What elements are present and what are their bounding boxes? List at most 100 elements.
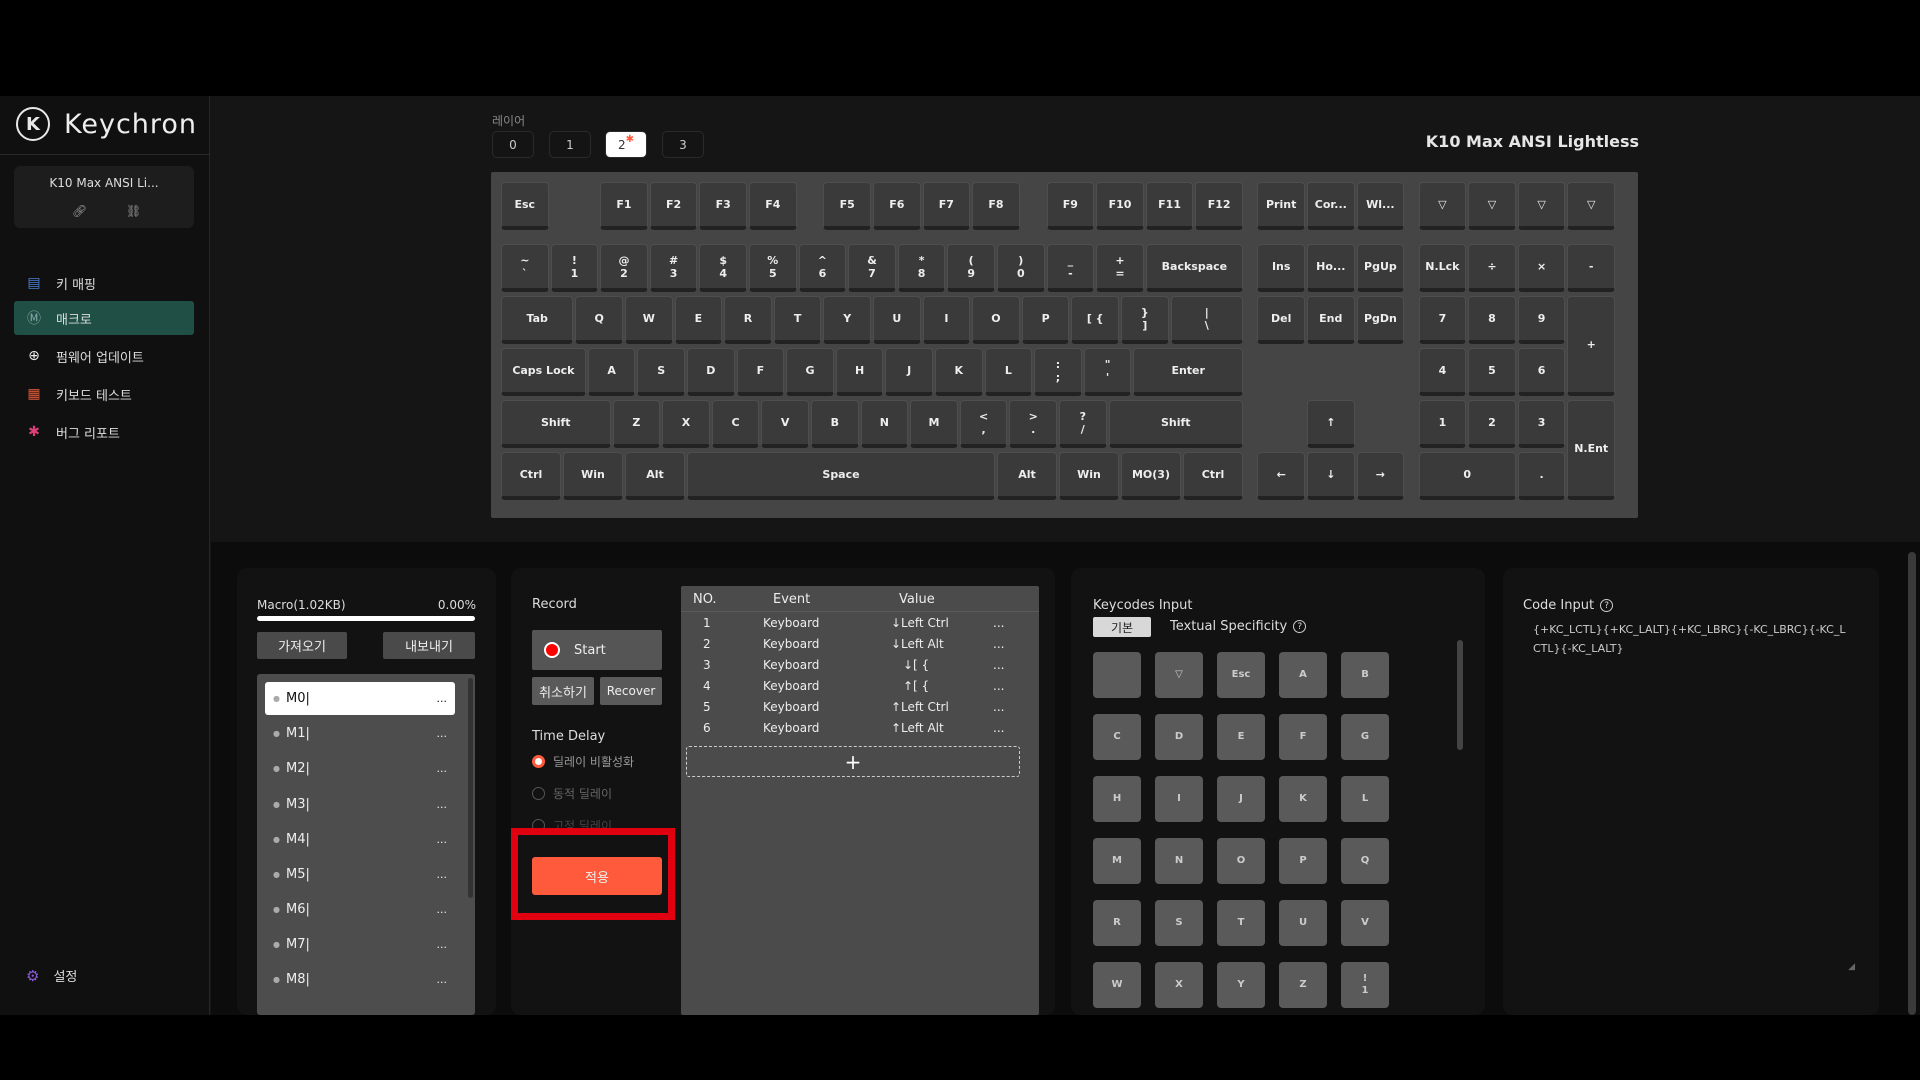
key[interactable]: L xyxy=(984,348,1033,396)
event-more-icon[interactable]: ... xyxy=(993,679,1004,693)
key[interactable]: * 8 xyxy=(897,244,946,292)
key[interactable]: PgUp xyxy=(1356,244,1405,292)
macro-item-m7[interactable]: ● M7|... xyxy=(265,928,455,961)
macro-item-m2[interactable]: ● M2|... xyxy=(265,752,455,785)
key[interactable]: M xyxy=(910,400,958,448)
keycode-button[interactable]: N xyxy=(1155,838,1203,884)
keycode-button[interactable]: X xyxy=(1155,962,1203,1008)
key[interactable]: O xyxy=(972,296,1020,344)
key[interactable]: ~ ` xyxy=(501,244,549,292)
nav-item-firmware[interactable]: ⊕ 펌웨어 업데이트 xyxy=(14,339,194,373)
key[interactable]: Del xyxy=(1257,296,1305,344)
key[interactable]: ↓ xyxy=(1307,452,1355,500)
key[interactable]: Z xyxy=(612,400,661,448)
key[interactable]: P xyxy=(1021,296,1070,344)
keycode-button[interactable]: ! 1 xyxy=(1341,962,1389,1008)
key[interactable]: # 3 xyxy=(649,244,698,292)
key[interactable]: Win xyxy=(1059,452,1119,500)
recover-button[interactable]: Recover xyxy=(600,677,662,705)
key[interactable]: F6 xyxy=(873,182,921,230)
key[interactable]: 2 xyxy=(1468,400,1516,448)
key[interactable]: ▽ xyxy=(1418,182,1467,230)
macro-item-m5[interactable]: ● M5|... xyxy=(265,858,455,891)
macro-item-m0[interactable]: ● M0|... xyxy=(265,682,455,715)
key[interactable]: : ; xyxy=(1034,348,1082,396)
key[interactable]: I xyxy=(922,296,971,344)
key[interactable]: N xyxy=(860,400,909,448)
key[interactable]: G xyxy=(786,348,834,396)
keycode-button[interactable]: M xyxy=(1093,838,1141,884)
nav-item-keyboard-test[interactable]: ▦ 키보드 테스트 xyxy=(14,377,194,411)
keycode-button[interactable]: W xyxy=(1093,962,1141,1008)
key[interactable]: 0 xyxy=(1418,452,1516,500)
keycode-button[interactable]: P xyxy=(1279,838,1327,884)
macro-item-m3[interactable]: ● M3|... xyxy=(265,788,455,821)
event-row[interactable]: 1 Keyboard ↓Left Ctrl... xyxy=(681,614,1039,634)
key[interactable]: ) 0 xyxy=(997,244,1045,292)
keycode-button[interactable] xyxy=(1093,652,1141,698)
key[interactable]: F12 xyxy=(1195,182,1243,230)
key[interactable]: 4 xyxy=(1418,348,1467,396)
key[interactable]: 8 xyxy=(1468,296,1516,344)
nav-item-bug-report[interactable]: ✱ 버그 리포트 xyxy=(14,415,194,449)
more-icon[interactable]: ... xyxy=(437,973,448,986)
key[interactable]: × xyxy=(1517,244,1566,292)
event-row[interactable]: 4 Keyboard ↑[ {... xyxy=(681,677,1039,697)
keycode-button[interactable]: K xyxy=(1279,776,1327,822)
key[interactable]: K xyxy=(935,348,983,396)
key[interactable]: ^ 6 xyxy=(798,244,847,292)
key[interactable]: ▽ xyxy=(1468,182,1516,230)
macro-list-scrollbar[interactable] xyxy=(468,678,473,898)
key[interactable]: C xyxy=(711,400,760,448)
code-input-field[interactable]: {+KC_LCTL}{+KC_LALT}{+KC_LBRC}{-KC_LBRC}… xyxy=(1523,620,1859,966)
nav-item-settings[interactable]: ⚙ 설정 xyxy=(14,966,77,986)
key[interactable]: ← xyxy=(1257,452,1305,500)
more-icon[interactable]: ... xyxy=(437,833,448,846)
keycode-button[interactable]: F xyxy=(1279,714,1327,760)
apply-button[interactable]: 적용 xyxy=(532,857,662,895)
keycode-button[interactable]: I xyxy=(1155,776,1203,822)
key[interactable]: T xyxy=(773,296,822,344)
key[interactable]: < , xyxy=(959,400,1008,448)
key[interactable]: S xyxy=(637,348,685,396)
event-more-icon[interactable]: ... xyxy=(993,721,1004,735)
key[interactable]: Alt xyxy=(625,452,685,500)
key[interactable]: V xyxy=(761,400,809,448)
cancel-button[interactable]: 취소하기 xyxy=(532,677,594,705)
more-icon[interactable]: ... xyxy=(437,868,448,881)
keycode-button[interactable]: T xyxy=(1217,900,1265,946)
event-row[interactable]: 5 Keyboard ↑Left Ctrl... xyxy=(681,698,1039,718)
help-icon[interactable]: ? xyxy=(1293,620,1307,633)
key[interactable]: U xyxy=(873,296,921,344)
key[interactable]: Caps Lock xyxy=(501,348,586,396)
event-row[interactable]: 6 Keyboard ↑Left Alt... xyxy=(681,719,1039,739)
keycode-button[interactable]: U xyxy=(1279,900,1327,946)
keycodes-scrollbar[interactable] xyxy=(1457,640,1463,750)
key[interactable]: + = xyxy=(1096,244,1144,292)
key[interactable]: 7 xyxy=(1418,296,1467,344)
key[interactable]: A xyxy=(587,348,636,396)
key[interactable]: PgDn xyxy=(1356,296,1405,344)
key[interactable]: F10 xyxy=(1096,182,1144,230)
tab-basic[interactable]: 기본 xyxy=(1093,617,1151,637)
key[interactable]: F4 xyxy=(749,182,797,230)
layer-button-2[interactable]: 2 ✱ xyxy=(605,131,647,158)
more-icon[interactable]: ... xyxy=(437,903,448,916)
keycode-button[interactable]: C xyxy=(1093,714,1141,760)
key[interactable]: E xyxy=(674,296,723,344)
key[interactable]: ! 1 xyxy=(550,244,599,292)
key[interactable]: → xyxy=(1356,452,1405,500)
key[interactable]: F9 xyxy=(1046,182,1095,230)
key[interactable]: F8 xyxy=(972,182,1020,230)
key[interactable]: Ins xyxy=(1257,244,1305,292)
key[interactable]: Space xyxy=(687,452,995,500)
key[interactable]: > . xyxy=(1009,400,1057,448)
macro-item-m4[interactable]: ● M4|... xyxy=(265,823,455,856)
key[interactable]: 3 xyxy=(1517,400,1566,448)
macro-item-m8[interactable]: ● M8|... xyxy=(265,963,455,996)
keycode-button[interactable]: Esc xyxy=(1217,652,1265,698)
key[interactable]: End xyxy=(1307,296,1355,344)
key[interactable]: MO(3) xyxy=(1121,452,1181,500)
key[interactable]: F1 xyxy=(600,182,648,230)
key[interactable]: Alt xyxy=(997,452,1057,500)
